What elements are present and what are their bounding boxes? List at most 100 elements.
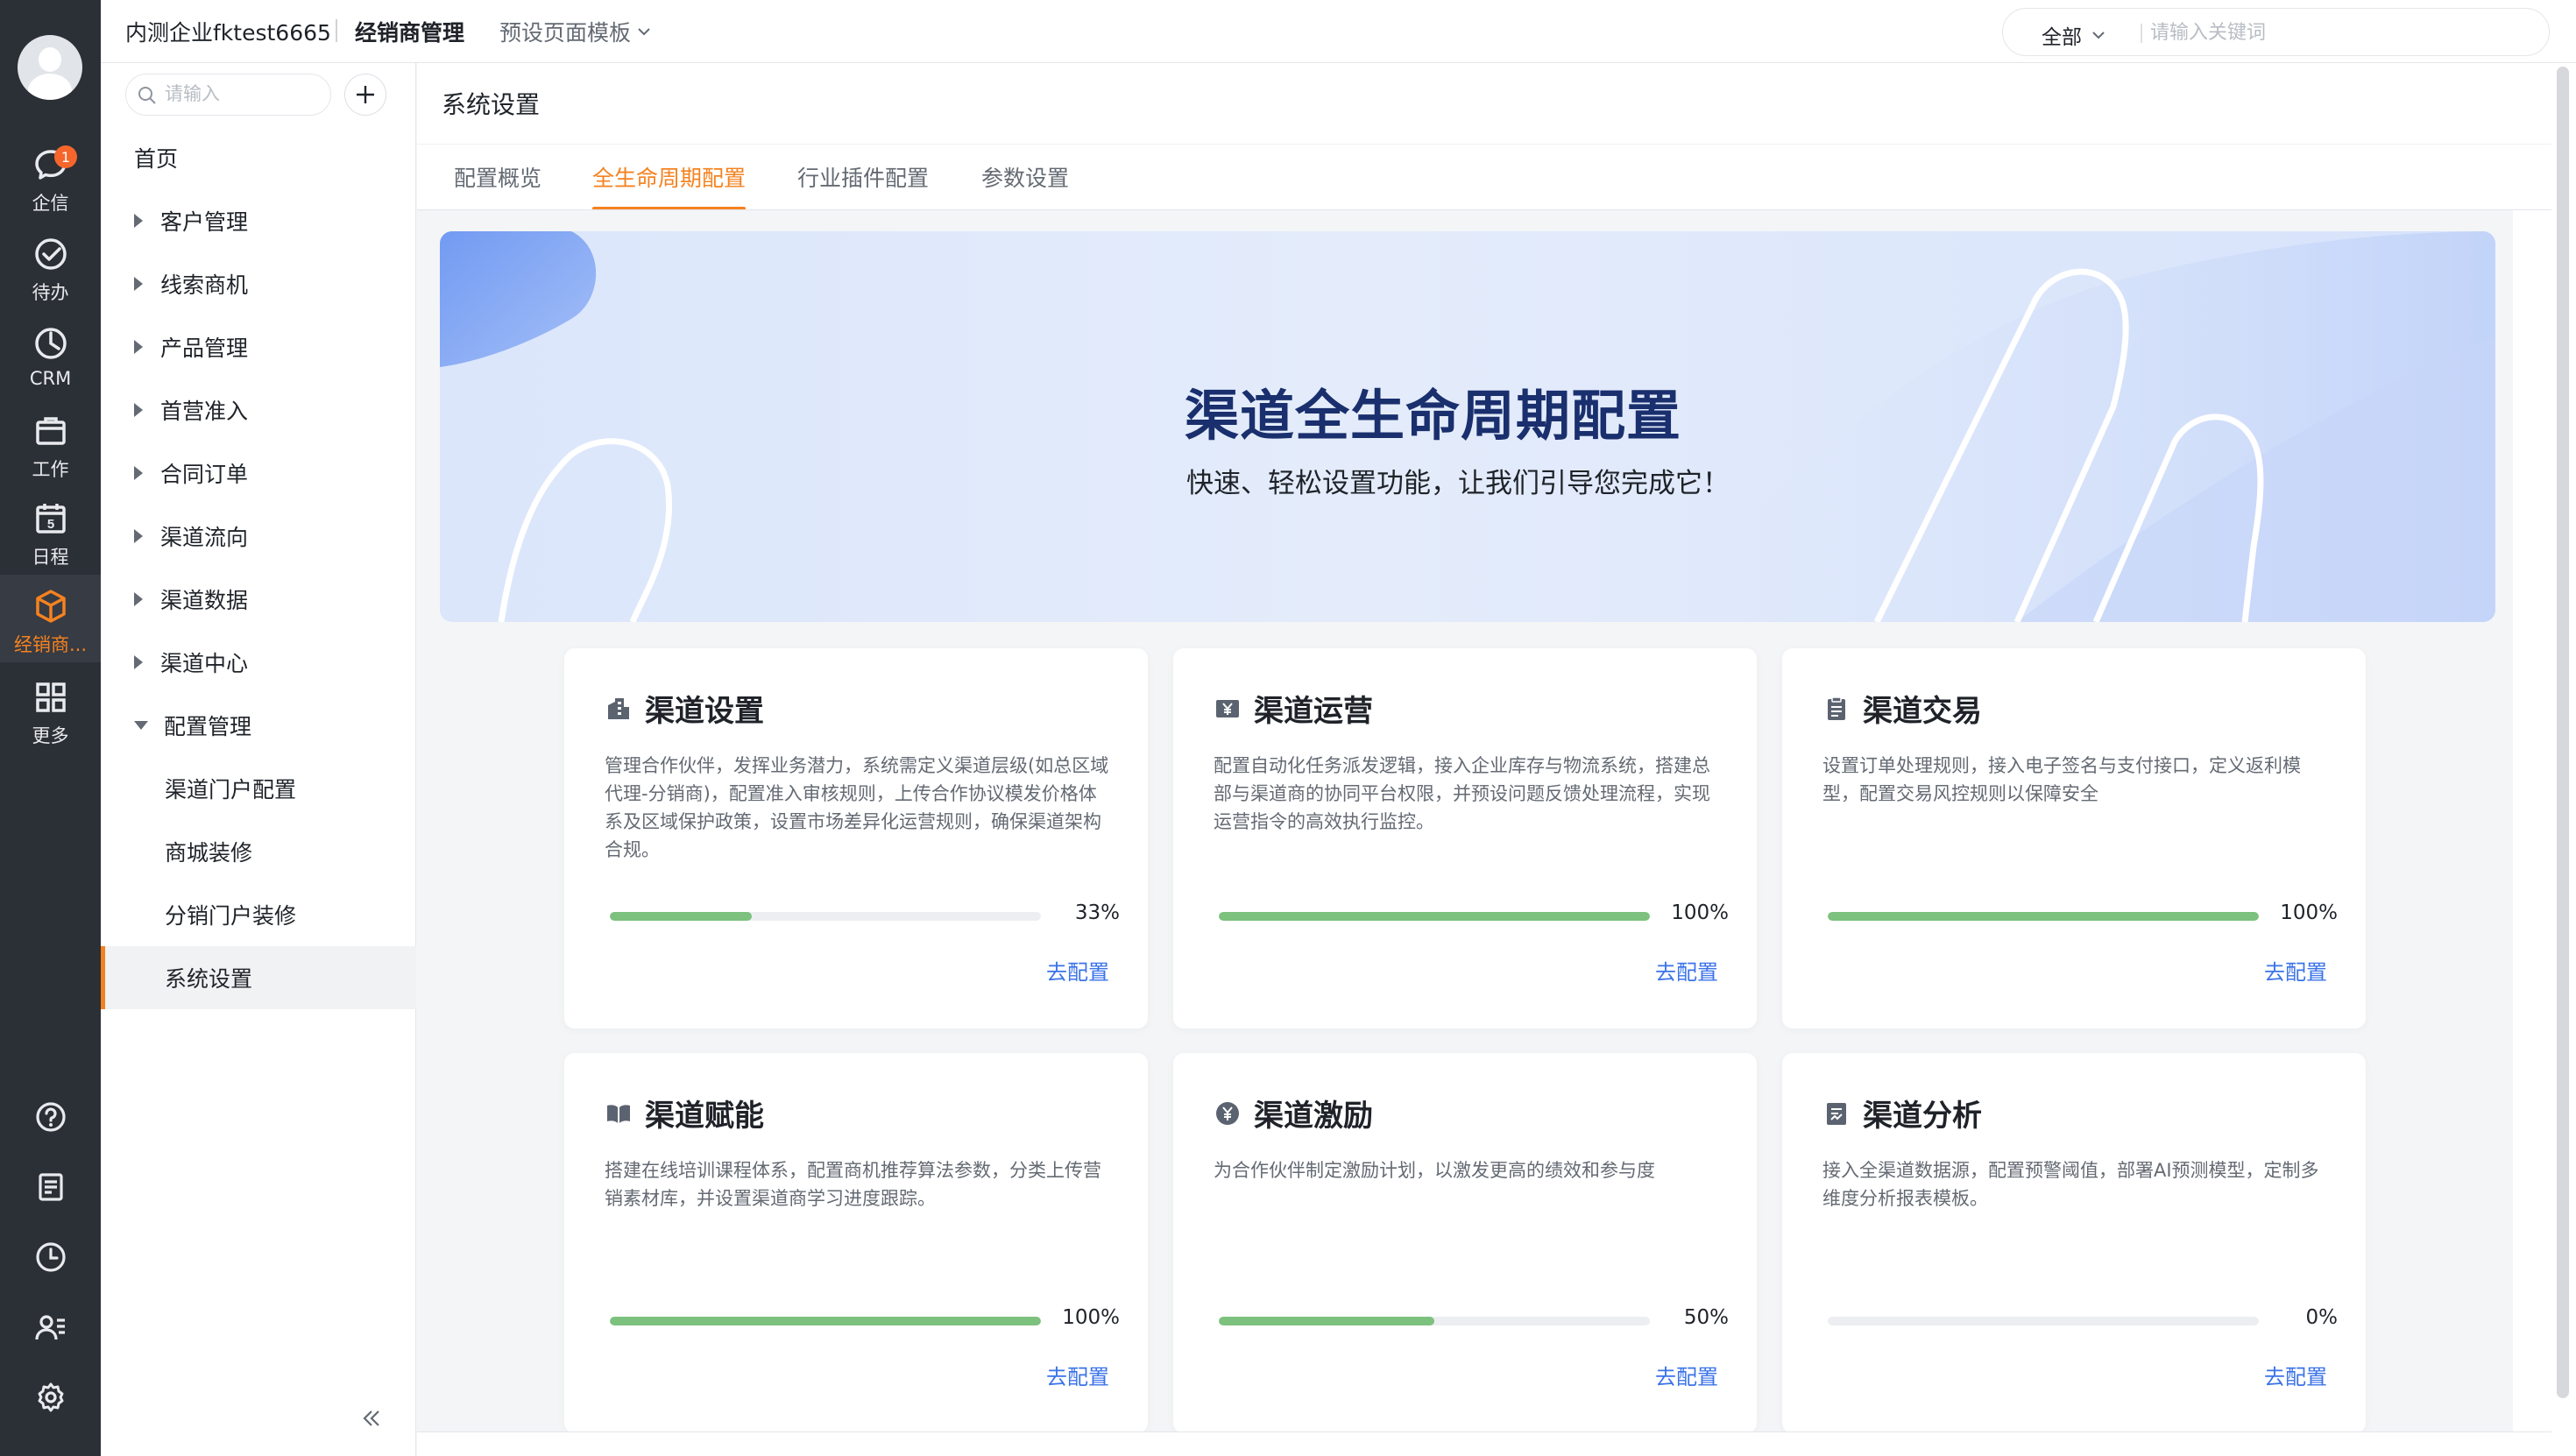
card-description: 管理合作伙伴，发挥业务潜力，系统需定义渠道层级(如总区域代理-分销商)，配置准入… bbox=[605, 755, 1109, 860]
progress-fill bbox=[610, 1317, 1041, 1325]
progress-fill bbox=[1219, 912, 1650, 921]
progress-fill bbox=[1219, 1317, 1434, 1325]
nav-label: 分销门户装修 bbox=[165, 903, 297, 929]
configure-link[interactable]: 去配置 bbox=[2264, 1360, 2327, 1390]
unread-badge: 1 bbox=[54, 145, 77, 168]
app-rail: 企信 1 待办 CRM 工作 5 日程 经销商... 更多 bbox=[0, 0, 101, 1456]
nav-label: 首营准入 bbox=[160, 399, 249, 424]
configure-link[interactable]: 去配置 bbox=[1046, 1360, 1109, 1390]
nav-search-input[interactable] bbox=[165, 81, 322, 108]
nav-label: 系统设置 bbox=[165, 966, 253, 992]
contacts-button[interactable] bbox=[0, 1301, 101, 1354]
progress-label: 50% bbox=[1683, 1306, 1729, 1329]
notebook-button[interactable] bbox=[0, 1161, 101, 1213]
tab-parameters[interactable]: 参数设置 bbox=[981, 161, 1069, 210]
card-title: 渠道交易 bbox=[1822, 687, 1982, 730]
configure-link[interactable]: 去配置 bbox=[1046, 955, 1109, 986]
nav-item-products[interactable]: 产品管理 bbox=[101, 315, 416, 378]
rail-item-chat[interactable]: 企信 1 bbox=[0, 133, 101, 217]
hero-banner: 渠道全生命周期配置 快速、轻松设置功能，让我们引导您完成它！ bbox=[440, 231, 2495, 622]
yen-box-icon bbox=[1216, 699, 1239, 717]
double-chevron-left-icon bbox=[363, 1410, 379, 1426]
nav-label: 渠道中心 bbox=[160, 651, 249, 676]
nav-item-config[interactable]: 配置管理 bbox=[101, 694, 416, 757]
nav-item-orders[interactable]: 合同订单 bbox=[101, 442, 416, 505]
search-scope-select[interactable]: 全部 bbox=[2042, 20, 2106, 50]
nav-label: 产品管理 bbox=[160, 336, 249, 361]
settings-button[interactable] bbox=[0, 1371, 101, 1424]
caret-right-icon bbox=[134, 592, 143, 606]
horizontal-scrollbar[interactable] bbox=[417, 1431, 2551, 1456]
avatar[interactable] bbox=[18, 35, 82, 100]
card-title-text: 渠道分析 bbox=[1863, 1099, 1982, 1134]
rail-item-todo[interactable]: 待办 bbox=[0, 223, 101, 307]
nav-label: 渠道数据 bbox=[160, 588, 249, 613]
configure-link[interactable]: 去配置 bbox=[1655, 955, 1718, 986]
nav-item-channel-center[interactable]: 渠道中心 bbox=[101, 631, 416, 694]
nav-item-channel-flow[interactable]: 渠道流向 bbox=[101, 505, 416, 568]
caret-right-icon bbox=[134, 529, 143, 543]
nav-label: 合同订单 bbox=[160, 462, 249, 487]
nav-search bbox=[125, 74, 331, 116]
caret-right-icon bbox=[134, 655, 143, 669]
nav-item-system-settings[interactable]: 系统设置 bbox=[101, 946, 416, 1009]
tab-lifecycle[interactable]: 全生命周期配置 bbox=[592, 161, 747, 210]
template-label: 预设页面模板 bbox=[499, 20, 632, 46]
progress-bar bbox=[610, 1317, 1041, 1325]
nav-item-home[interactable]: 首页 bbox=[101, 126, 416, 189]
company-name[interactable]: 内测企业fktest6665 bbox=[125, 16, 331, 47]
top-bar: 内测企业fktest6665 经销商管理 预设页面模板 全部 bbox=[101, 0, 2576, 63]
rail-item-more[interactable]: 更多 bbox=[0, 666, 101, 750]
nav-label: 客户管理 bbox=[160, 209, 249, 235]
progress-fill bbox=[610, 912, 753, 921]
nav-item-mall-decor[interactable]: 商城装修 bbox=[101, 820, 416, 883]
search-scope-label: 全部 bbox=[2042, 26, 2082, 49]
caret-down-icon bbox=[134, 721, 148, 730]
chevron-down-icon bbox=[2092, 32, 2105, 39]
rail-item-calendar[interactable]: 5 日程 bbox=[0, 487, 101, 571]
config-card-channel-incentive: 渠道激励 为合作伙伴制定激励计划，以激发更高的绩效和参与度 50% 去配置 bbox=[1173, 1053, 1757, 1433]
help-button[interactable] bbox=[0, 1091, 101, 1143]
module-title[interactable]: 经销商管理 bbox=[355, 16, 464, 47]
collapse-sidebar-button[interactable] bbox=[359, 1403, 384, 1438]
progress-bar bbox=[1219, 912, 1650, 921]
progress-label: 100% bbox=[1062, 1306, 1120, 1329]
nav-label: 首页 bbox=[134, 146, 179, 172]
config-card-channel-trade: 渠道交易 设置订单处理规则，接入电子签名与支付接口，定义返利模型，配置交易风控规… bbox=[1782, 648, 2366, 1028]
nav-item-portal-config[interactable]: 渠道门户配置 bbox=[101, 757, 416, 820]
tab-industry-plugins[interactable]: 行业插件配置 bbox=[797, 161, 929, 210]
tab-overview[interactable]: 配置概览 bbox=[454, 161, 541, 210]
nav-item-admission[interactable]: 首营准入 bbox=[101, 378, 416, 442]
configure-link[interactable]: 去配置 bbox=[1655, 1360, 1718, 1390]
nav-item-leads[interactable]: 线索商机 bbox=[101, 252, 416, 315]
nav-item-distribution-decor[interactable]: 分销门户装修 bbox=[101, 883, 416, 946]
vertical-scrollbar[interactable] bbox=[2551, 63, 2576, 1456]
rail-item-crm[interactable]: CRM bbox=[0, 312, 101, 396]
nav-item-customers[interactable]: 客户管理 bbox=[101, 189, 416, 252]
card-title: 渠道运营 bbox=[1214, 687, 1373, 730]
notebook-icon bbox=[38, 1173, 63, 1201]
search-input[interactable] bbox=[2150, 17, 2518, 48]
card-description: 设置订单处理规则，接入电子签名与支付接口，定义返利模型，配置交易风控规则以保障安… bbox=[1822, 755, 2301, 804]
progress-bar bbox=[1828, 1317, 2259, 1325]
contacts-icon bbox=[34, 1315, 65, 1340]
yen-coin-icon bbox=[1216, 1101, 1239, 1125]
scrollbar-thumb[interactable] bbox=[2557, 67, 2569, 1398]
caret-right-icon bbox=[134, 214, 143, 228]
history-icon bbox=[35, 1242, 66, 1272]
content-area: 渠道全生命周期配置 快速、轻松设置功能，让我们引导您完成它！ 渠道设置 管理合作… bbox=[417, 210, 2513, 1437]
card-title-text: 渠道激励 bbox=[1254, 1099, 1373, 1134]
configure-link[interactable]: 去配置 bbox=[2264, 955, 2327, 986]
grid-icon bbox=[35, 682, 66, 712]
briefcase-icon bbox=[35, 417, 66, 445]
rail-item-dealer[interactable]: 经销商... bbox=[0, 575, 101, 662]
nav-item-channel-data[interactable]: 渠道数据 bbox=[101, 568, 416, 631]
template-dropdown[interactable]: 预设页面模板 bbox=[499, 16, 652, 47]
plus-icon bbox=[357, 86, 374, 103]
add-button[interactable] bbox=[344, 74, 386, 116]
divider bbox=[2141, 24, 2142, 43]
search-icon bbox=[138, 87, 156, 104]
rail-item-work[interactable]: 工作 bbox=[0, 399, 101, 484]
rail-label: 企信 bbox=[32, 193, 69, 214]
history-button[interactable] bbox=[0, 1231, 101, 1283]
